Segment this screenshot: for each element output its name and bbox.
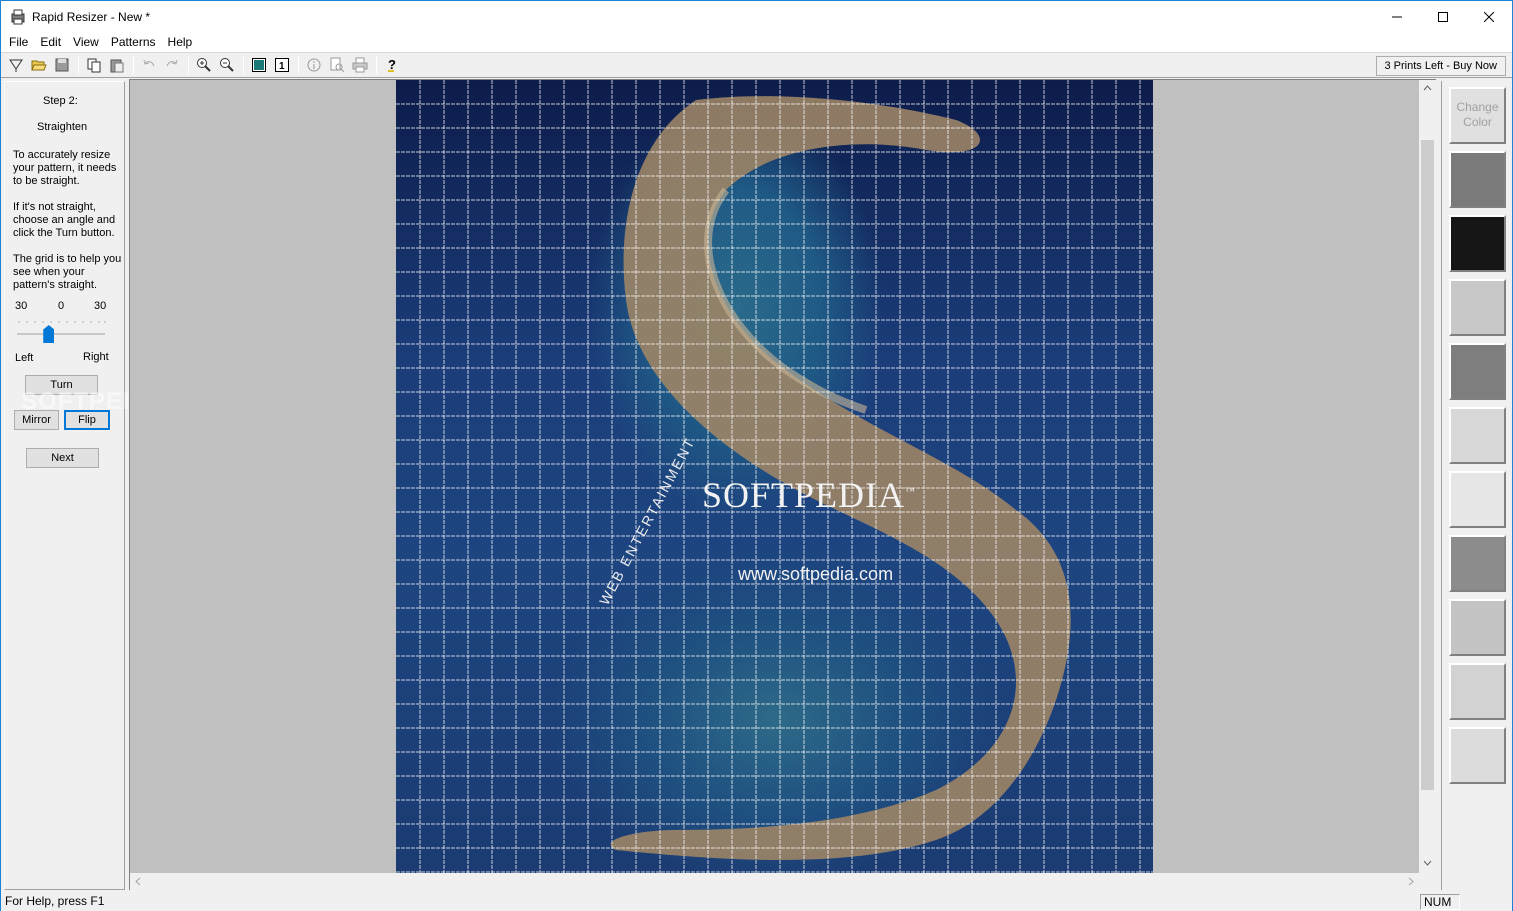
instruction-text-3: The grid is to help you see when your pa… bbox=[13, 253, 122, 291]
watermark-title: SOFTPEDIA™ bbox=[702, 474, 916, 516]
color-swatch[interactable] bbox=[1449, 279, 1506, 336]
open-icon bbox=[31, 60, 47, 71]
save-button[interactable] bbox=[51, 54, 73, 76]
menu-file[interactable]: File bbox=[3, 32, 34, 52]
angle-slider-track bbox=[17, 321, 106, 335]
watermark-url: www.softpedia.com bbox=[738, 564, 894, 584]
instruction-text-2: If it's not straight, choose an angle an… bbox=[13, 201, 116, 239]
next-button[interactable]: Next bbox=[26, 448, 99, 468]
app-logo-icon bbox=[10, 9, 26, 25]
paste-button[interactable] bbox=[106, 54, 128, 76]
open-button[interactable] bbox=[28, 54, 50, 76]
zoom-out-icon bbox=[220, 58, 234, 72]
print-icon bbox=[352, 57, 368, 73]
change-color-button[interactable]: Change Color bbox=[1449, 87, 1506, 144]
undo-button[interactable] bbox=[138, 54, 160, 76]
maximize-icon bbox=[1438, 11, 1448, 22]
menu-patterns[interactable]: Patterns bbox=[105, 32, 162, 52]
app-window: Rapid Resizer - New * File Edit View Pat… bbox=[0, 0, 1513, 911]
horizontal-scrollbar[interactable] bbox=[130, 873, 1419, 890]
fit-page-icon bbox=[252, 58, 266, 72]
save-icon bbox=[55, 58, 69, 72]
slider-max-label: 30 bbox=[94, 300, 107, 312]
toolbar-separator bbox=[188, 56, 189, 74]
fit-page-button[interactable] bbox=[248, 54, 270, 76]
color-swatch[interactable] bbox=[1449, 727, 1506, 784]
watermark-title-text: SOFTPEDIA bbox=[702, 475, 906, 515]
slider-min-label: 30 bbox=[15, 300, 28, 312]
close-icon bbox=[1484, 11, 1494, 22]
help-button[interactable]: ? bbox=[381, 54, 403, 76]
new-icon bbox=[9, 59, 23, 72]
color-panel: Change Color bbox=[1441, 81, 1511, 890]
info-button[interactable] bbox=[303, 54, 325, 76]
color-swatch[interactable] bbox=[1449, 215, 1506, 272]
info-icon bbox=[307, 58, 321, 72]
color-swatch[interactable] bbox=[1449, 599, 1506, 656]
status-bar: For Help, press F1 NUM bbox=[1, 892, 1512, 911]
print-button[interactable] bbox=[349, 54, 371, 76]
horizontal-scrollbar-graphic bbox=[135, 877, 1414, 886]
svg-text:?: ? bbox=[388, 57, 396, 72]
vertical-scrollbar-graphic bbox=[1421, 85, 1434, 866]
actual-size-button[interactable]: 1 bbox=[271, 54, 293, 76]
color-swatch[interactable] bbox=[1449, 151, 1506, 208]
title-bar: Rapid Resizer - New * bbox=[1, 1, 1512, 32]
watermark-tm: ™ bbox=[905, 486, 916, 497]
scroll-corner bbox=[1419, 873, 1436, 890]
color-swatch[interactable] bbox=[1449, 663, 1506, 720]
toolbar-separator bbox=[133, 56, 134, 74]
window-title: Rapid Resizer - New * bbox=[32, 9, 151, 24]
pattern-canvas[interactable]: SOFTPEDIA™ www.softpedia.com WEB ENTERTA… bbox=[129, 79, 1436, 890]
new-button[interactable] bbox=[5, 54, 27, 76]
color-swatch[interactable] bbox=[1449, 407, 1506, 464]
redo-icon bbox=[166, 59, 178, 67]
slider-mid-label: 0 bbox=[58, 300, 65, 312]
num-lock-indicator: NUM bbox=[1420, 894, 1460, 910]
color-swatch[interactable] bbox=[1449, 535, 1506, 592]
print-preview-icon bbox=[330, 57, 345, 73]
slider-left-label: Left bbox=[15, 352, 34, 364]
color-swatch[interactable] bbox=[1449, 471, 1506, 528]
svg-text:1: 1 bbox=[279, 61, 285, 72]
color-swatch[interactable] bbox=[1449, 343, 1506, 400]
paste-icon bbox=[110, 59, 124, 73]
help-icon: ? bbox=[388, 57, 396, 72]
buy-now-button[interactable]: 3 Prints Left - Buy Now bbox=[1375, 56, 1506, 76]
menu-bar: File Edit View Patterns Help bbox=[1, 32, 1512, 52]
toolbar: 1 ? 3 Prints Left - Buy Now bbox=[1, 52, 1512, 78]
menu-view[interactable]: View bbox=[67, 32, 105, 52]
step-heading: Straighten bbox=[37, 121, 88, 133]
undo-icon bbox=[143, 59, 155, 67]
pattern-image[interactable]: SOFTPEDIA™ www.softpedia.com WEB ENTERTA… bbox=[396, 80, 1153, 873]
actual-size-icon: 1 bbox=[275, 58, 289, 72]
menu-help[interactable]: Help bbox=[162, 32, 199, 52]
zoom-in-button[interactable] bbox=[193, 54, 215, 76]
print-preview-button[interactable] bbox=[326, 54, 348, 76]
copy-icon bbox=[87, 58, 101, 73]
zoom-in-icon bbox=[197, 58, 211, 72]
toolbar-separator bbox=[78, 56, 79, 74]
angle-slider[interactable] bbox=[15, 318, 107, 344]
slider-right-label: Right bbox=[83, 351, 109, 363]
instruction-text-1: To accurately resize your pattern, it ne… bbox=[13, 149, 117, 187]
minimize-icon bbox=[1392, 16, 1402, 17]
vertical-scrollbar[interactable] bbox=[1419, 80, 1436, 873]
toolbar-separator bbox=[243, 56, 244, 74]
toolbar-separator bbox=[298, 56, 299, 74]
toolbar-separator bbox=[376, 56, 377, 74]
step-label: Step 2: bbox=[43, 95, 78, 107]
status-help-text: For Help, press F1 bbox=[5, 894, 105, 908]
close-button[interactable] bbox=[1466, 1, 1512, 32]
menu-edit[interactable]: Edit bbox=[34, 32, 67, 52]
maximize-button[interactable] bbox=[1420, 1, 1466, 32]
zoom-out-button[interactable] bbox=[216, 54, 238, 76]
minimize-button[interactable] bbox=[1374, 1, 1420, 32]
step-panel: Step 2: Straighten To accurately resize … bbox=[4, 81, 166, 890]
redo-button[interactable] bbox=[161, 54, 183, 76]
copy-button[interactable] bbox=[83, 54, 105, 76]
